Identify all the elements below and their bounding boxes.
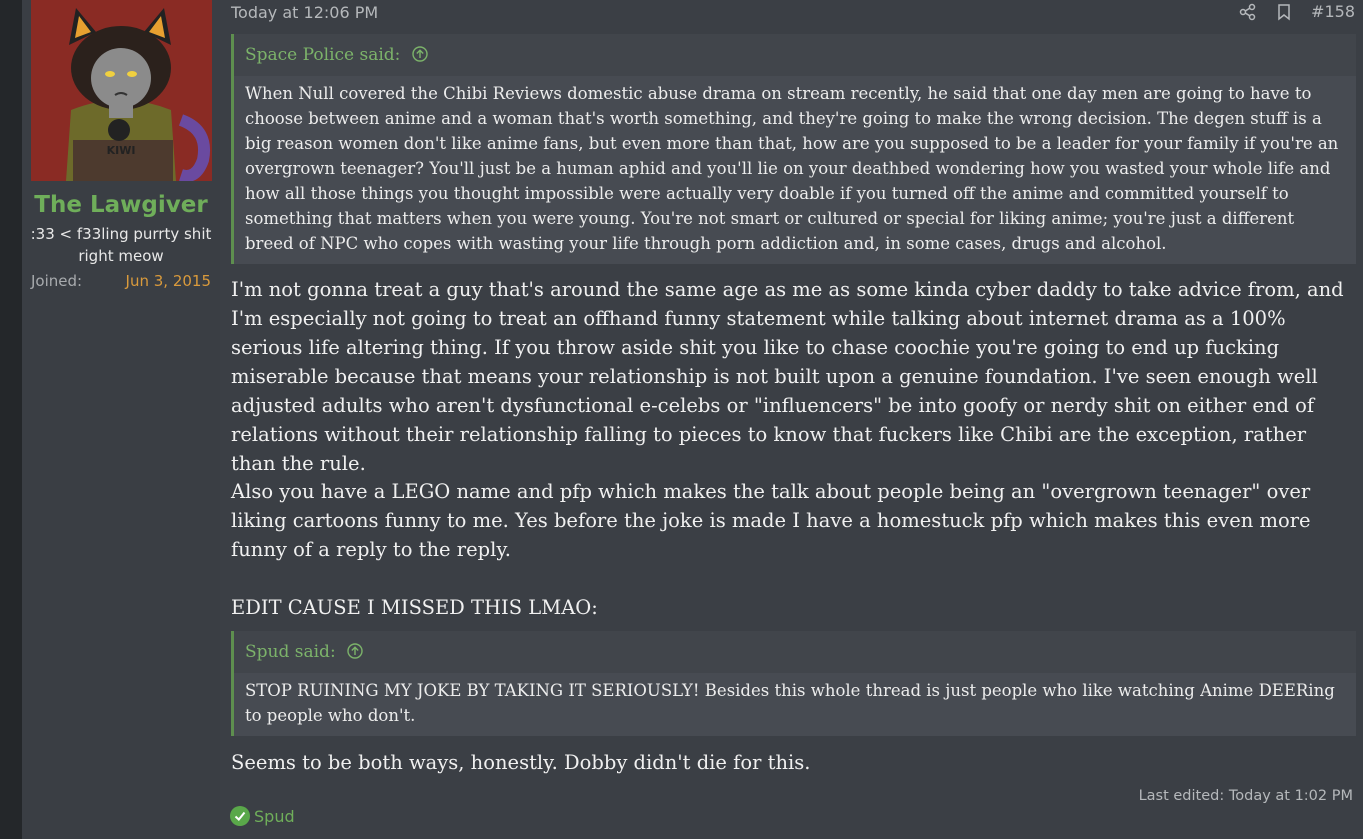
quote-author[interactable]: Spud said: [245, 642, 336, 662]
joined-label: Joined: [31, 272, 83, 290]
arrow-up-circle-icon[interactable] [412, 36, 428, 62]
post-actions: #158 [1239, 2, 1355, 21]
post-timestamp[interactable]: Today at 12:06 PM [231, 3, 378, 22]
quote-text: When Null covered the Chibi Reviews dome… [245, 84, 1339, 253]
post-body: Today at 12:06 PM #158 Space Police said… [220, 0, 1363, 839]
post-paragraph-2: Also you have a LEGO name and pfp which … [231, 480, 1311, 561]
quote-text: STOP RUINING MY JOKE BY TAKING IT SERIOU… [245, 681, 1335, 725]
avatar-shirt-text: KIWI [107, 144, 136, 157]
joined-date: Jun 3, 2015 [125, 272, 211, 290]
quote-block-spud: Spud said: STOP RUINING MY JOKE BY TAKIN… [231, 631, 1356, 736]
quote-author[interactable]: Space Police said: [245, 45, 400, 65]
quote-block-space-police: Space Police said: When Null covered the… [231, 34, 1356, 264]
avatar-image: KIWI [31, 0, 212, 181]
post-number[interactable]: #158 [1311, 2, 1355, 21]
post-paragraph-1: I'm not gonna treat a guy that's around … [231, 278, 1344, 475]
left-edge [0, 0, 22, 839]
user-title: :33 < f33ling purrty shit right meow [30, 225, 212, 265]
checkmark-icon [230, 806, 250, 826]
quote-header[interactable]: Space Police said: [234, 34, 1356, 76]
reaction-bar[interactable]: Spud [230, 806, 295, 826]
post-paragraph-4: Seems to be both ways, honestly. Dobby d… [231, 751, 811, 774]
user-sidebar: KIWI The Lawgiver :33 < f33ling purrty s… [22, 0, 220, 839]
avatar[interactable]: KIWI [31, 0, 212, 181]
arrow-up-circle-icon[interactable] [347, 633, 363, 659]
post-paragraph-3: EDIT CAUSE I MISSED THIS LMAO: [231, 596, 598, 619]
last-edited: Last edited: Today at 1:02 PM [1138, 788, 1353, 804]
username[interactable]: The Lawgiver [22, 192, 220, 218]
share-icon[interactable] [1239, 3, 1257, 21]
bookmark-icon[interactable] [1275, 3, 1293, 21]
quote-header[interactable]: Spud said: [234, 631, 1356, 673]
reaction-user[interactable]: Spud [254, 807, 295, 826]
